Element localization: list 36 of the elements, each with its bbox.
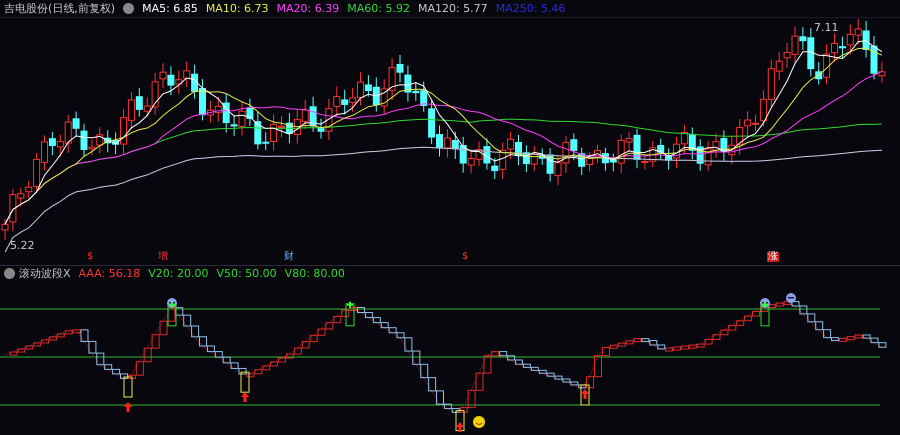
signal-bar	[580, 384, 590, 406]
indicator-value: MA10: 6.73	[206, 3, 269, 14]
plus-icon	[168, 300, 176, 309]
dropdown-icon[interactable]	[123, 3, 134, 14]
indicator-value: V20: 20.00	[148, 268, 208, 278]
indicator-value: V50: 50.00	[216, 268, 277, 278]
signal-bar	[240, 372, 250, 393]
indicator-value: MA5: 6.85	[142, 3, 198, 14]
up-arrow-icon	[124, 402, 132, 412]
event-marker[interactable]: $	[87, 252, 94, 262]
plus-icon	[346, 300, 354, 309]
event-marker[interactable]: 财	[284, 252, 294, 262]
indicator-value: AAA: 56.18	[78, 268, 140, 278]
indicator-value: MA60: 5.92	[347, 3, 410, 14]
indicator-value: MA20: 6.39	[276, 3, 340, 14]
signal-bar	[346, 303, 354, 326]
up-arrow-icon	[581, 389, 589, 399]
event-marker[interactable]: 增	[158, 252, 168, 262]
chart-title: 吉电股份(日线,前复权)	[4, 3, 116, 14]
indicator-value: MA120: 5.77	[418, 3, 488, 14]
indicator-value: V80: 80.00	[284, 268, 345, 278]
signal-bar	[456, 410, 464, 432]
dropdown-icon[interactable]	[4, 268, 15, 278]
price-label: 5.22	[10, 240, 34, 251]
signal-bar	[168, 303, 176, 326]
event-marker[interactable]: $	[462, 252, 468, 262]
indicator-title: 滚动波段X	[19, 268, 71, 278]
indicator-value: MA250: 5.46	[496, 3, 566, 14]
plus-icon	[761, 300, 769, 309]
event-marker[interactable]: 涨	[767, 252, 779, 262]
price-label: 7.11	[814, 22, 838, 33]
up-arrow-icon	[241, 392, 249, 402]
smiley-icon	[473, 416, 485, 428]
signal-bar	[760, 303, 770, 326]
up-arrow-icon	[456, 422, 464, 432]
signal-bar	[124, 376, 132, 398]
